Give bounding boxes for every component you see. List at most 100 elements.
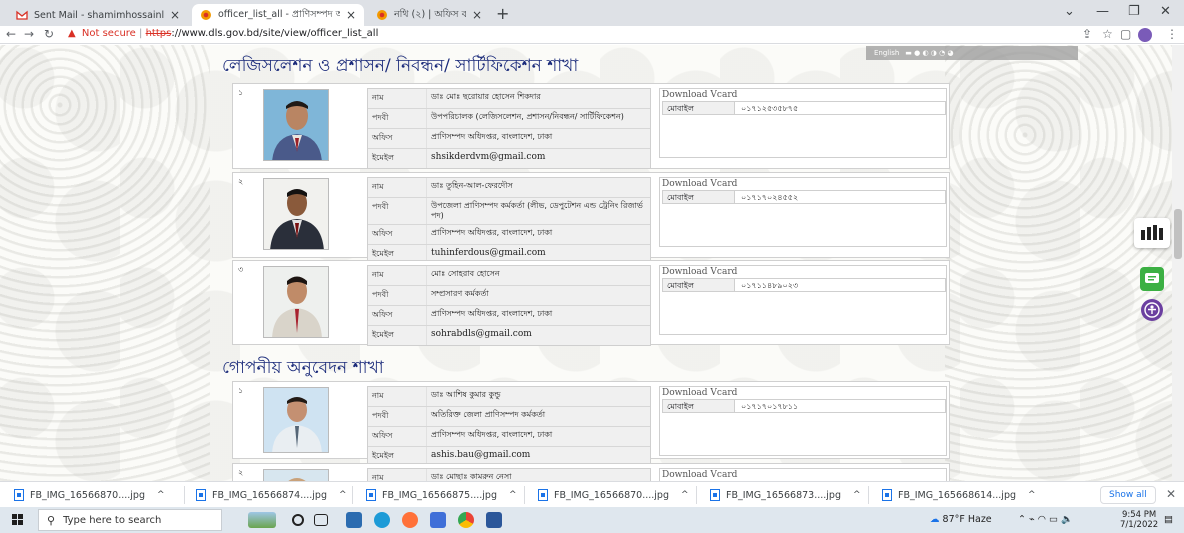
taskbar-search-box[interactable]: ⚲ Type here to search [38, 509, 222, 531]
chevron-up-icon[interactable]: ^ [509, 490, 517, 500]
mobile-label: মোবাইল [663, 279, 735, 291]
mobile-label: মোবাইল [663, 102, 735, 114]
office-label: অফিস [372, 310, 393, 319]
reload-icon[interactable]: ↻ [44, 27, 54, 41]
download-vcard-link[interactable]: Download Vcard [662, 267, 737, 277]
close-tab-icon[interactable]: × [472, 8, 482, 22]
officer-email[interactable]: shsikderdvm@gmail.com [426, 149, 650, 168]
download-item[interactable]: FB_IMG_16566875....jpg ^ [366, 487, 517, 503]
web-page: English ▬ ● ◐ ◑ ◔ ◕ লেজিসলেশন ও প্রশাসন/… [0, 45, 1184, 481]
chevron-up-icon[interactable]: ^ [853, 490, 861, 500]
close-downloads-icon[interactable]: ✕ [1166, 487, 1176, 501]
system-tray-icons[interactable]: ⌃ ⌁ ◠ ▭ 🔈 [1018, 514, 1073, 525]
officer-name: ডাঃ তুহিন-আল-ফেরদৌস [426, 178, 650, 197]
download-vcard-link[interactable]: Download Vcard [662, 388, 737, 398]
download-item[interactable]: FB_IMG_16566870....jpg ^ [538, 487, 689, 503]
word-icon[interactable] [486, 512, 502, 528]
tab-search-chevron-icon[interactable]: ⌄ [1064, 4, 1075, 19]
weather-news-icon[interactable] [248, 512, 276, 528]
share-icon[interactable]: ⇪ [1082, 27, 1092, 41]
tab-strip: Sent Mail - shamimhossainlms@ × officer_… [0, 0, 1184, 26]
download-vcard-link[interactable]: Download Vcard [662, 179, 737, 189]
name-label: নাম [372, 473, 384, 481]
officer-office: প্রাণিসম্পদ অধিদপ্তর, বাংলাদেশ, ঢাকা [426, 129, 650, 148]
side-panel-icon[interactable]: ▢ [1120, 27, 1131, 41]
cortana-icon[interactable] [292, 514, 304, 526]
notification-icon[interactable]: ▤ [1164, 514, 1173, 525]
show-all-downloads-button[interactable]: Show all [1100, 486, 1156, 504]
name-label: নাম [372, 93, 384, 102]
tab-officer-list[interactable]: officer_list_all - প্রাণিসম্পদ অধিদ × [192, 4, 364, 26]
officer-card: ৩ নাম মোঃ সোহরাব হোসেন পদবী সম্প্রসারণ কর্… [232, 260, 950, 346]
image-file-icon [710, 489, 720, 501]
close-window-icon[interactable]: ✕ [1160, 4, 1171, 19]
warning-icon[interactable]: ▲ [68, 28, 76, 39]
officer-index: ১ [238, 386, 244, 395]
restore-icon[interactable]: ❐ [1128, 4, 1140, 19]
edge-icon[interactable] [374, 512, 390, 528]
file-explorer-icon[interactable] [346, 512, 362, 528]
image-file-icon [538, 489, 548, 501]
download-vcard-link[interactable]: Download Vcard [662, 470, 737, 480]
officer-name: মোঃ সোহরাব হোসেন [426, 266, 650, 285]
image-file-icon [882, 489, 892, 501]
vcard-box: Download Vcard মোবাইল ০১৭১৭০২৪৫৫২ [659, 177, 947, 247]
firefox-icon[interactable] [402, 512, 418, 528]
download-item[interactable]: FB_IMG_16566870....jpg ^ [14, 487, 165, 503]
chevron-up-icon[interactable]: ^ [1028, 490, 1036, 500]
windows-taskbar: ⚲ Type here to search ☁ 87°F Haze ⌃ ⌁ ◠ … [0, 507, 1184, 533]
page-scrollbar[interactable] [1172, 45, 1184, 481]
accessibility-button[interactable] [1141, 299, 1163, 321]
vcard-box: Download Vcard মোবাইল ০১৭১১৪৮৯০২৩ [659, 265, 947, 335]
profile-avatar[interactable] [1138, 28, 1152, 42]
taskbar-clock[interactable]: 9:54 PM 7/1/2022 [1120, 510, 1158, 530]
section-title: গোপনীয় অনুবেদন শাখা [222, 358, 384, 378]
url-scheme: https [145, 28, 172, 39]
site-favicon-icon [200, 9, 212, 21]
download-filename: FB_IMG_16566875....jpg [382, 489, 497, 501]
menu-kebab-icon[interactable]: ⋮ [1166, 27, 1178, 41]
officer-email[interactable]: sohrabdls@gmail.com [426, 326, 650, 345]
tab-sent-mail[interactable]: Sent Mail - shamimhossainlms@ × [8, 4, 188, 26]
divider [524, 486, 525, 504]
chevron-up-icon[interactable]: ^ [681, 490, 689, 500]
download-vcard-link[interactable]: Download Vcard [662, 90, 737, 100]
image-file-icon [196, 489, 206, 501]
close-tab-icon[interactable]: × [346, 8, 356, 22]
designation-label: পদবী [372, 202, 389, 211]
analytics-widget-button[interactable] [1134, 218, 1170, 248]
url-field[interactable]: ▲ Not secure | https://www.dls.gov.bd/si… [68, 28, 378, 39]
mobile-row: মোবাইল ০১৭১৭০২৪৫৫২ [662, 190, 946, 204]
close-tab-icon[interactable]: × [170, 8, 180, 22]
app-icon[interactable] [430, 512, 446, 528]
url-path: ://www.dls.gov.bd/site/view/officer_list… [171, 28, 379, 39]
officer-designation: উপপরিচালক (লেজিসলেশন, প্রশাসন/নিবন্ধন/ স… [426, 109, 650, 128]
gmail-icon [16, 9, 28, 21]
download-item[interactable]: FB_IMG_16566874....jpg ^ [196, 487, 347, 503]
bookmark-star-icon[interactable]: ☆ [1102, 27, 1113, 41]
office-label: অফিস [372, 431, 393, 440]
download-item[interactable]: FB_IMG_16566873....jpg ^ [710, 487, 861, 503]
vcard-box: Download Vcard মোবাইল ০১৭১৭০১৭৮১১ [659, 386, 947, 456]
windows-start-icon[interactable] [12, 514, 24, 526]
email-label: ইমেইল [372, 153, 394, 162]
chevron-up-icon[interactable]: ^ [339, 490, 347, 500]
officer-details-table: নাম ডাঃ মোঃ ছরোয়ার হোসেন শিকদার পদবী উপপর… [367, 88, 651, 169]
officer-index: ২ [238, 468, 244, 477]
weather-tray[interactable]: ☁ 87°F Haze [930, 514, 992, 525]
task-view-icon[interactable] [314, 514, 328, 526]
officer-office: প্রাণিসম্পদ অধিদপ্তর, বাংলাদেশ, ঢাকা [426, 427, 650, 446]
minimize-icon[interactable]: — [1096, 4, 1109, 19]
chrome-icon[interactable] [458, 512, 474, 528]
name-label: নাম [372, 270, 384, 279]
officer-photo [263, 469, 329, 481]
download-item[interactable]: FB_IMG_165668614...jpg ^ [882, 487, 1036, 503]
forward-icon[interactable]: → [24, 27, 34, 41]
divider [696, 486, 697, 504]
scrollbar-thumb[interactable] [1174, 209, 1182, 259]
chevron-up-icon[interactable]: ^ [157, 490, 165, 500]
back-icon[interactable]: ← [6, 27, 16, 41]
chat-widget-button[interactable] [1140, 267, 1164, 291]
new-tab-button[interactable]: + [496, 4, 509, 23]
tab-nothi[interactable]: নথি (২) | অফিস ব্যবস্থাপনা × [368, 4, 490, 26]
